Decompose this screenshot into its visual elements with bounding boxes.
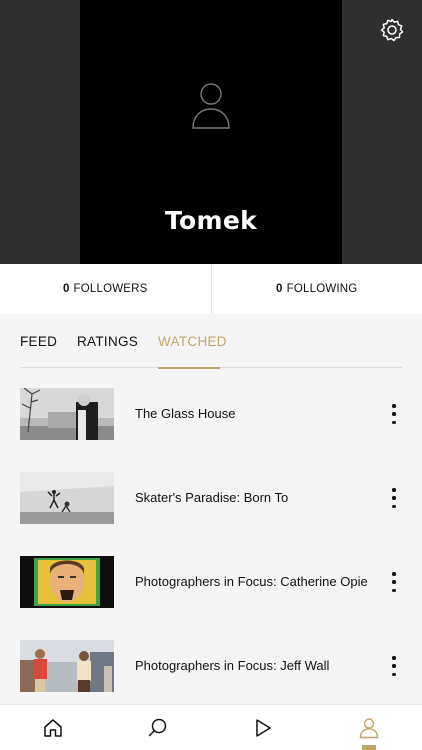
- gear-icon[interactable]: [378, 16, 406, 44]
- profile-name: Tomek: [164, 206, 258, 235]
- active-tab-indicator: [362, 745, 376, 750]
- tab-ratings[interactable]: RATINGS: [77, 334, 138, 368]
- profile-icon[interactable]: [358, 717, 380, 739]
- followers-stat[interactable]: 0 FOLLOWERS: [0, 264, 211, 314]
- followers-count: 0: [62, 283, 70, 295]
- video-thumbnail: [20, 472, 114, 524]
- list-item[interactable]: Skater's Paradise: Born To: [0, 452, 422, 536]
- following-count: 0: [276, 283, 283, 295]
- search-icon[interactable]: [147, 717, 169, 739]
- profile-header: Tomek: [0, 0, 422, 264]
- home-icon[interactable]: [42, 717, 64, 739]
- play-icon[interactable]: [252, 717, 274, 739]
- list-item[interactable]: The Glass House: [0, 368, 422, 452]
- item-title: Photographers in Focus: Jeff Wall: [135, 658, 330, 673]
- tab-feed[interactable]: FEED: [20, 334, 57, 368]
- person-icon: [192, 83, 230, 129]
- more-options-icon[interactable]: [384, 402, 404, 426]
- video-thumbnail: [20, 388, 114, 440]
- profile-tabs: FEED RATINGS WATCHED: [20, 314, 402, 369]
- following-stat[interactable]: 0 FOLLOWING: [210, 264, 422, 314]
- item-title: The Glass House: [135, 406, 236, 421]
- bottom-tab-bar: [0, 704, 422, 750]
- list-item[interactable]: Photographers in Focus: Jeff Wall: [0, 620, 422, 704]
- item-title: Skater's Paradise: Born To: [135, 490, 289, 505]
- item-title: Photographers in Focus: Catherine Opie: [135, 574, 368, 589]
- more-options-icon[interactable]: [384, 570, 404, 594]
- list-item[interactable]: Photographers in Focus: Catherine Opie: [0, 536, 422, 620]
- followers-label: FOLLOWERS: [73, 283, 148, 295]
- video-thumbnail: [20, 640, 114, 692]
- profile-stats: 0 FOLLOWERS 0 FOLLOWING: [0, 264, 422, 314]
- tab-watched[interactable]: WATCHED: [158, 334, 227, 369]
- more-options-icon[interactable]: [384, 654, 404, 678]
- more-options-icon[interactable]: [384, 486, 404, 510]
- video-thumbnail: [20, 556, 114, 608]
- following-label: FOLLOWING: [286, 283, 358, 295]
